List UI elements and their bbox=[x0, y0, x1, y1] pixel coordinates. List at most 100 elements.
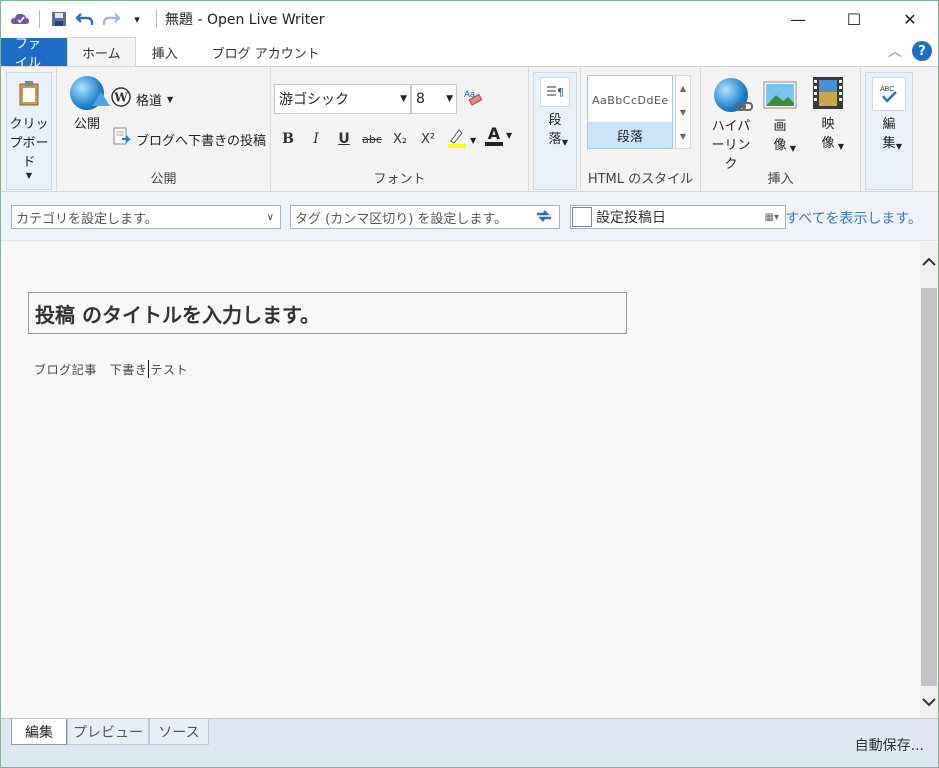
font-size-value: 8 bbox=[416, 91, 425, 107]
redo-icon[interactable] bbox=[100, 8, 122, 30]
chevron-down-icon: ▼ bbox=[470, 135, 477, 145]
font-group: 游ゴシック ▼ 8 ▼ Aa B I U abc X₂ X² ▼ A ▼ フォン… bbox=[271, 67, 529, 191]
tab-preview-view[interactable]: プレビュー bbox=[67, 719, 149, 745]
clipboard-icon bbox=[11, 75, 47, 111]
clipboard-group: クリップボード ▼ bbox=[1, 67, 57, 191]
publish-group-label: 公開 bbox=[150, 172, 177, 187]
paragraph-button[interactable]: ¶ 段落 ▼ bbox=[533, 72, 577, 190]
tab-file[interactable]: ファイル bbox=[1, 37, 67, 71]
chevron-down-icon: ▼ bbox=[25, 171, 33, 180]
scroll-up-icon[interactable] bbox=[920, 252, 938, 272]
body-text-before-caret: ブログ記事 下書き bbox=[34, 363, 148, 377]
qat-customize-icon[interactable]: ▾ bbox=[126, 8, 148, 30]
blog-name: 格道 bbox=[136, 93, 163, 109]
collapse-ribbon-icon[interactable]: ︿ bbox=[888, 41, 902, 61]
chevron-down-icon: ▼ bbox=[895, 142, 903, 151]
maximize-button[interactable]: ☐ bbox=[826, 1, 882, 37]
tab-home[interactable]: ホーム bbox=[67, 37, 136, 66]
close-button[interactable]: ✕ bbox=[882, 1, 938, 37]
highlight-color-button[interactable]: ▼ bbox=[447, 127, 476, 153]
category-placeholder: カテゴリを設定します。 bbox=[16, 211, 158, 227]
category-select[interactable]: カテゴリを設定します。 ∨ bbox=[11, 205, 281, 229]
image-label: 画像 bbox=[773, 119, 787, 153]
font-color-button[interactable]: A ▼ bbox=[485, 125, 512, 146]
gallery-down-icon[interactable]: ▼ bbox=[680, 108, 686, 117]
style-label: 段落 bbox=[588, 122, 672, 148]
clipboard-button[interactable]: クリップボード ▼ bbox=[6, 72, 52, 190]
post-properties-bar: カテゴリを設定します。 ∨ タグ (カンマ区切り) を設定します。 設定投稿日 … bbox=[1, 193, 938, 241]
ribbon: クリップボード ▼ 公開 W 格道 ▼ ブログへ下書きの投稿 公開 游ゴシック … bbox=[1, 66, 938, 192]
superscript-button[interactable]: X² bbox=[415, 127, 441, 151]
publish-date-field[interactable]: 設定投稿日 ▦▾ bbox=[570, 205, 786, 229]
video-label: 映像 bbox=[821, 117, 835, 151]
app-logo-icon bbox=[9, 8, 31, 30]
font-group-label: フォント bbox=[373, 172, 426, 187]
post-draft-button[interactable]: ブログへ下書きの投稿 bbox=[113, 127, 266, 151]
editor-scrollbar[interactable] bbox=[920, 242, 938, 718]
save-icon[interactable] bbox=[48, 8, 70, 30]
font-color-icon: A bbox=[485, 125, 503, 146]
post-title-input[interactable]: 投稿 のタイトルを入力します。 bbox=[28, 292, 627, 334]
bold-button[interactable]: B bbox=[275, 127, 301, 151]
tags-input[interactable]: タグ (カンマ区切り) を設定します。 bbox=[290, 205, 560, 229]
paragraph-icon: ¶ bbox=[540, 77, 570, 107]
italic-button[interactable]: I bbox=[303, 127, 329, 151]
font-family-value: 游ゴシック bbox=[279, 92, 349, 108]
tab-blog-account[interactable]: ブログ アカウント bbox=[194, 38, 338, 66]
chevron-down-icon: ▼ bbox=[400, 94, 407, 104]
minimize-button[interactable]: — bbox=[770, 1, 826, 37]
font-size-select[interactable]: 8 ▼ bbox=[411, 84, 457, 114]
underline-button[interactable]: U bbox=[331, 127, 357, 151]
gallery-up-icon[interactable]: ▲ bbox=[680, 84, 686, 93]
refresh-tags-icon[interactable] bbox=[535, 208, 553, 227]
hyperlink-label: ハイパーリンク bbox=[711, 119, 751, 172]
chevron-down-icon: ▼ bbox=[506, 131, 513, 140]
svg-text:ABC: ABC bbox=[880, 86, 894, 93]
blog-selector[interactable]: W 格道 ▼ bbox=[111, 87, 173, 111]
chevron-down-icon: ▼ bbox=[561, 138, 569, 147]
post-draft-label: ブログへ下書きの投稿 bbox=[136, 133, 267, 149]
help-icon[interactable]: ? bbox=[912, 41, 932, 61]
tags-placeholder: タグ (カンマ区切り) を設定します。 bbox=[295, 211, 508, 227]
show-all-link[interactable]: すべてを表示します。 bbox=[785, 208, 922, 228]
publish-group: 公開 W 格道 ▼ ブログへ下書きの投稿 公開 bbox=[57, 67, 271, 191]
edit-button[interactable]: ABC 編集 ▼ bbox=[865, 72, 913, 190]
tab-source-view[interactable]: ソース bbox=[149, 719, 209, 745]
tab-insert[interactable]: 挿入 bbox=[136, 38, 194, 66]
undo-icon[interactable] bbox=[74, 8, 96, 30]
editor-area[interactable]: 投稿 のタイトルを入力します。 ブログ記事 下書き テスト bbox=[1, 242, 920, 718]
post-body[interactable]: ブログ記事 下書き テスト bbox=[34, 360, 188, 378]
subscript-button[interactable]: X₂ bbox=[387, 127, 413, 151]
video-button[interactable]: 映像 ▼ bbox=[807, 75, 849, 151]
window-controls: — ☐ ✕ bbox=[770, 1, 938, 37]
style-gallery-item[interactable]: AaBbCcDdEe 段落 bbox=[587, 75, 673, 149]
publish-label: 公開 bbox=[73, 117, 100, 132]
tab-edit-view[interactable]: 編集 bbox=[11, 719, 67, 745]
scrollbar-thumb[interactable] bbox=[921, 288, 937, 686]
publish-button[interactable]: 公開 bbox=[63, 75, 111, 134]
edit-label: 編集 bbox=[882, 117, 896, 151]
publish-globe-icon bbox=[69, 75, 110, 111]
hyperlink-button[interactable]: ハイパーリンク bbox=[705, 77, 757, 174]
tabs-right-controls: ︿ ? bbox=[888, 41, 932, 61]
gallery-expand-icon[interactable]: ▼ bbox=[680, 132, 686, 141]
title-bar: ▾ 無題 - Open Live Writer — ☐ ✕ bbox=[1, 1, 938, 37]
publish-date-checkbox[interactable] bbox=[572, 207, 592, 227]
chevron-down-icon: ▼ bbox=[167, 94, 174, 104]
scroll-down-icon[interactable] bbox=[920, 692, 938, 712]
insert-group: ハイパーリンク 画像 ▼ 映像 ▼ 挿入 bbox=[701, 67, 861, 191]
app-window: ▾ 無題 - Open Live Writer — ☐ ✕ ファイル ホーム 挿… bbox=[0, 0, 939, 768]
chevron-down-icon: ▼ bbox=[789, 144, 797, 153]
post-draft-icon bbox=[113, 127, 132, 151]
style-gallery-scroll[interactable]: ▲ ▼ ▼ bbox=[675, 75, 691, 149]
font-family-select[interactable]: 游ゴシック ▼ bbox=[274, 84, 411, 114]
calendar-icon[interactable]: ▦▾ bbox=[765, 212, 779, 223]
window-title: 無題 - Open Live Writer bbox=[165, 12, 325, 28]
strikethrough-button[interactable]: abc bbox=[359, 127, 385, 151]
paragraph-group: ¶ 段落 ▼ bbox=[529, 67, 581, 191]
clear-formatting-icon[interactable]: Aa bbox=[463, 87, 485, 111]
image-icon bbox=[762, 77, 798, 113]
clipboard-label: クリップボード bbox=[9, 117, 49, 170]
image-button[interactable]: 画像 ▼ bbox=[759, 77, 801, 153]
insert-group-label: 挿入 bbox=[767, 172, 794, 187]
